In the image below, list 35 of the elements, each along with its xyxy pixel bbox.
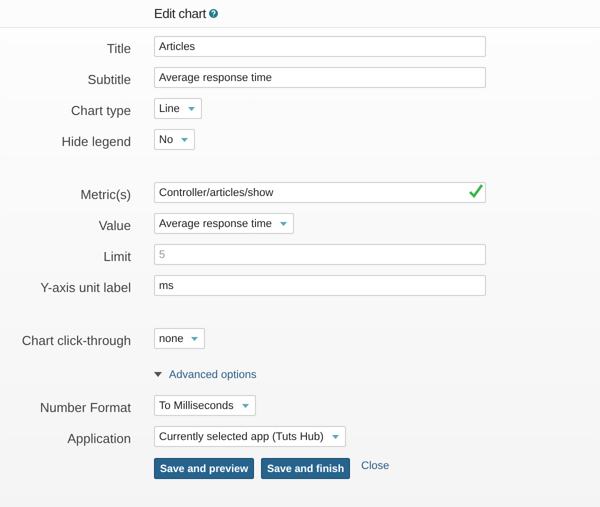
field-label: Title (106, 40, 131, 56)
caret-icon (181, 138, 188, 142)
caret-icon (188, 106, 195, 110)
close-link[interactable]: Close (361, 460, 390, 472)
field-label: Subtitle (86, 70, 131, 86)
dropdown[interactable]: Currently selected app (Tuts Hub) (154, 426, 346, 447)
field-label: Limit (102, 248, 131, 264)
caret-icon (332, 434, 339, 438)
field-label: Y-axis unit label (39, 278, 131, 294)
field-label: Value (98, 216, 131, 232)
dropdown[interactable]: Line (154, 98, 202, 119)
text-field[interactable]: Controller/articles/show (154, 182, 486, 203)
caret-icon (191, 336, 198, 340)
advanced-options-toggle[interactable]: Advanced options (154, 368, 256, 380)
save-button[interactable]: Save and preview (154, 458, 254, 479)
field-label: Metric(s) (79, 186, 131, 202)
caret-icon (280, 222, 287, 226)
field-label: Hide legend (60, 132, 131, 148)
dropdown[interactable]: none (154, 328, 206, 349)
text-field[interactable]: Articles (154, 36, 486, 57)
field-label: Chart type (70, 102, 131, 118)
text-field[interactable]: Average response time (154, 67, 486, 88)
caret-icon (154, 372, 162, 377)
field-label: Number Format (38, 398, 131, 414)
field-label: Chart click-through (20, 332, 131, 348)
text-field[interactable]: ms (154, 275, 486, 296)
dropdown[interactable]: To Milliseconds (154, 395, 256, 416)
dropdown[interactable]: Average response time (154, 213, 294, 234)
dropdown[interactable]: No (154, 129, 196, 150)
caret-icon (242, 404, 249, 408)
save-button[interactable]: Save and finish (261, 458, 350, 479)
page-title: Edit chart (154, 6, 206, 21)
help-icon[interactable] (208, 9, 218, 18)
text-field[interactable]: 5 (154, 244, 486, 265)
field-label: Application (66, 430, 131, 446)
